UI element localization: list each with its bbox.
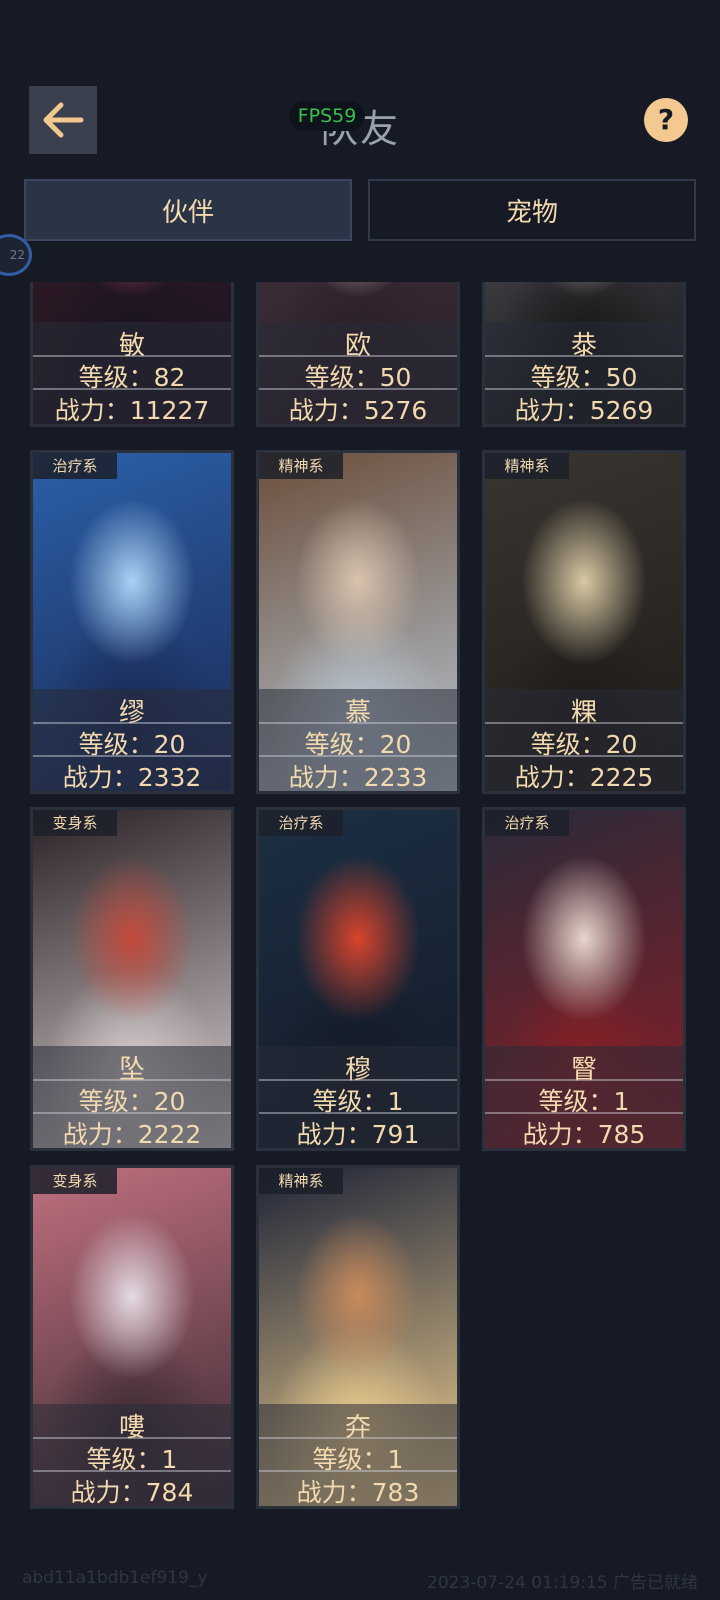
companion-name: 欧 xyxy=(344,331,371,361)
companion-name: 㳟 xyxy=(570,331,597,361)
companion-level: 等级：20 xyxy=(78,1087,186,1116)
companion-power: 战力：783 xyxy=(296,1478,420,1507)
companion-type-tag: 精神系 xyxy=(259,453,343,479)
companion-type-tag: 精神系 xyxy=(259,1168,343,1194)
companion-card[interactable]: 精神系粿等级：20 战力：2225 xyxy=(482,450,686,794)
companion-card[interactable]: 治疗系缪等级：20 战力：2332 xyxy=(30,450,234,794)
companion-type-tag: 变身系 xyxy=(33,810,117,836)
companion-card[interactable]: 治疗系穆等级：1 战力：791 xyxy=(256,807,460,1151)
companion-level: 等级：1 xyxy=(312,1445,404,1474)
companion-name: 慕 xyxy=(344,698,371,728)
companion-name: 粿 xyxy=(570,698,597,728)
companion-type-tag: 治疗系 xyxy=(485,810,569,836)
companion-level: 等级：20 xyxy=(304,730,412,759)
companion-card[interactable]: 敏等级：82 战力：11227 xyxy=(30,282,234,427)
companion-info-panel: 穆等级：1 战力：791 xyxy=(259,1046,457,1148)
companion-name: 敏 xyxy=(118,331,145,361)
companion-name: 嘍 xyxy=(118,1413,145,1443)
companion-power: 战力：2225 xyxy=(514,763,654,792)
companion-level: 等级：50 xyxy=(304,363,412,392)
companion-power: 战力：5276 xyxy=(288,396,428,425)
companion-power: 战力：5269 xyxy=(514,396,654,425)
companion-info-panel: 敏等级：82 战力：11227 xyxy=(33,322,231,424)
companion-card[interactable]: 欧等级：50 战力：5276 xyxy=(256,282,460,427)
companion-grid: 敏等级：82 战力：11227 欧等级：50 战力：5276 㳟等级：50 战力：5269… xyxy=(0,282,720,1536)
companion-power: 战力：2222 xyxy=(62,1120,202,1149)
companion-name: 㚏 xyxy=(344,1413,371,1443)
status-text: 2023-07-24 01:19:15 广告已就绪 xyxy=(427,1573,698,1593)
companion-info-panel: 缪等级：20 战力：2332 xyxy=(33,689,231,791)
tab-pets[interactable]: 宠物 xyxy=(368,179,696,241)
companion-info-panel: 㚏等级：1 战力：783 xyxy=(259,1404,457,1506)
tab-pets-label: 宠物 xyxy=(505,197,558,228)
companion-power: 战力：2332 xyxy=(62,763,202,792)
device-id-text: abd11a1bdb1ef919_y xyxy=(22,1568,208,1588)
tab-partners[interactable]: 伙伴 xyxy=(24,179,352,241)
companion-name: 瞖 xyxy=(570,1055,597,1085)
companion-name: 缪 xyxy=(118,698,145,728)
help-button[interactable]: ? xyxy=(644,98,688,142)
companion-info-panel: 㳟等级：50 战力：5269 xyxy=(485,322,683,424)
companion-card[interactable]: 㳟等级：50 战力：5269 xyxy=(482,282,686,427)
companion-name: 穆 xyxy=(344,1055,371,1085)
companion-info-panel: 慕等级：20 战力：2233 xyxy=(259,689,457,791)
companion-level: 等级：1 xyxy=(86,1445,178,1474)
companion-card[interactable]: 精神系㚏等级：1 战力：783 xyxy=(256,1165,460,1509)
companion-info-panel: 瞖等级：1 战力：785 xyxy=(485,1046,683,1148)
companion-name: 坠 xyxy=(118,1055,145,1085)
companion-info-panel: 坠等级：20 战力：2222 xyxy=(33,1046,231,1148)
companion-info-panel: 嘍等级：1 战力：784 xyxy=(33,1404,231,1506)
companion-power: 战力：785 xyxy=(522,1120,646,1149)
companion-info-panel: 粿等级：20 战力：2225 xyxy=(485,689,683,791)
companion-level: 等级：1 xyxy=(538,1087,630,1116)
question-icon: ? xyxy=(657,103,675,136)
companion-card[interactable]: 变身系嘍等级：1 战力：784 xyxy=(30,1165,234,1509)
companion-card[interactable]: 变身系坠等级：20 战力：2222 xyxy=(30,807,234,1151)
companion-level: 等级：50 xyxy=(530,363,638,392)
companion-type-tag: 变身系 xyxy=(33,1168,117,1194)
companion-type-tag: 治疗系 xyxy=(33,453,117,479)
companion-power: 战力：2233 xyxy=(288,763,428,792)
companion-card[interactable]: 治疗系瞖等级：1 战力：785 xyxy=(482,807,686,1151)
companion-level: 等级：20 xyxy=(78,730,186,759)
companion-level: 等级：1 xyxy=(312,1087,404,1116)
companion-level: 等级：82 xyxy=(78,363,186,392)
companion-level: 等级：20 xyxy=(530,730,638,759)
companion-power: 战力：784 xyxy=(70,1478,194,1507)
companion-type-tag: 治疗系 xyxy=(259,810,343,836)
companion-power: 战力：11227 xyxy=(54,396,210,425)
companion-info-panel: 欧等级：50 战力：5276 xyxy=(259,322,457,424)
tab-partners-label: 伙伴 xyxy=(161,197,214,228)
fps-counter: FPS59 xyxy=(289,101,365,131)
companion-power: 战力：791 xyxy=(296,1120,420,1149)
companion-card[interactable]: 精神系慕等级：20 战力：2233 xyxy=(256,450,460,794)
companion-type-tag: 精神系 xyxy=(485,453,569,479)
